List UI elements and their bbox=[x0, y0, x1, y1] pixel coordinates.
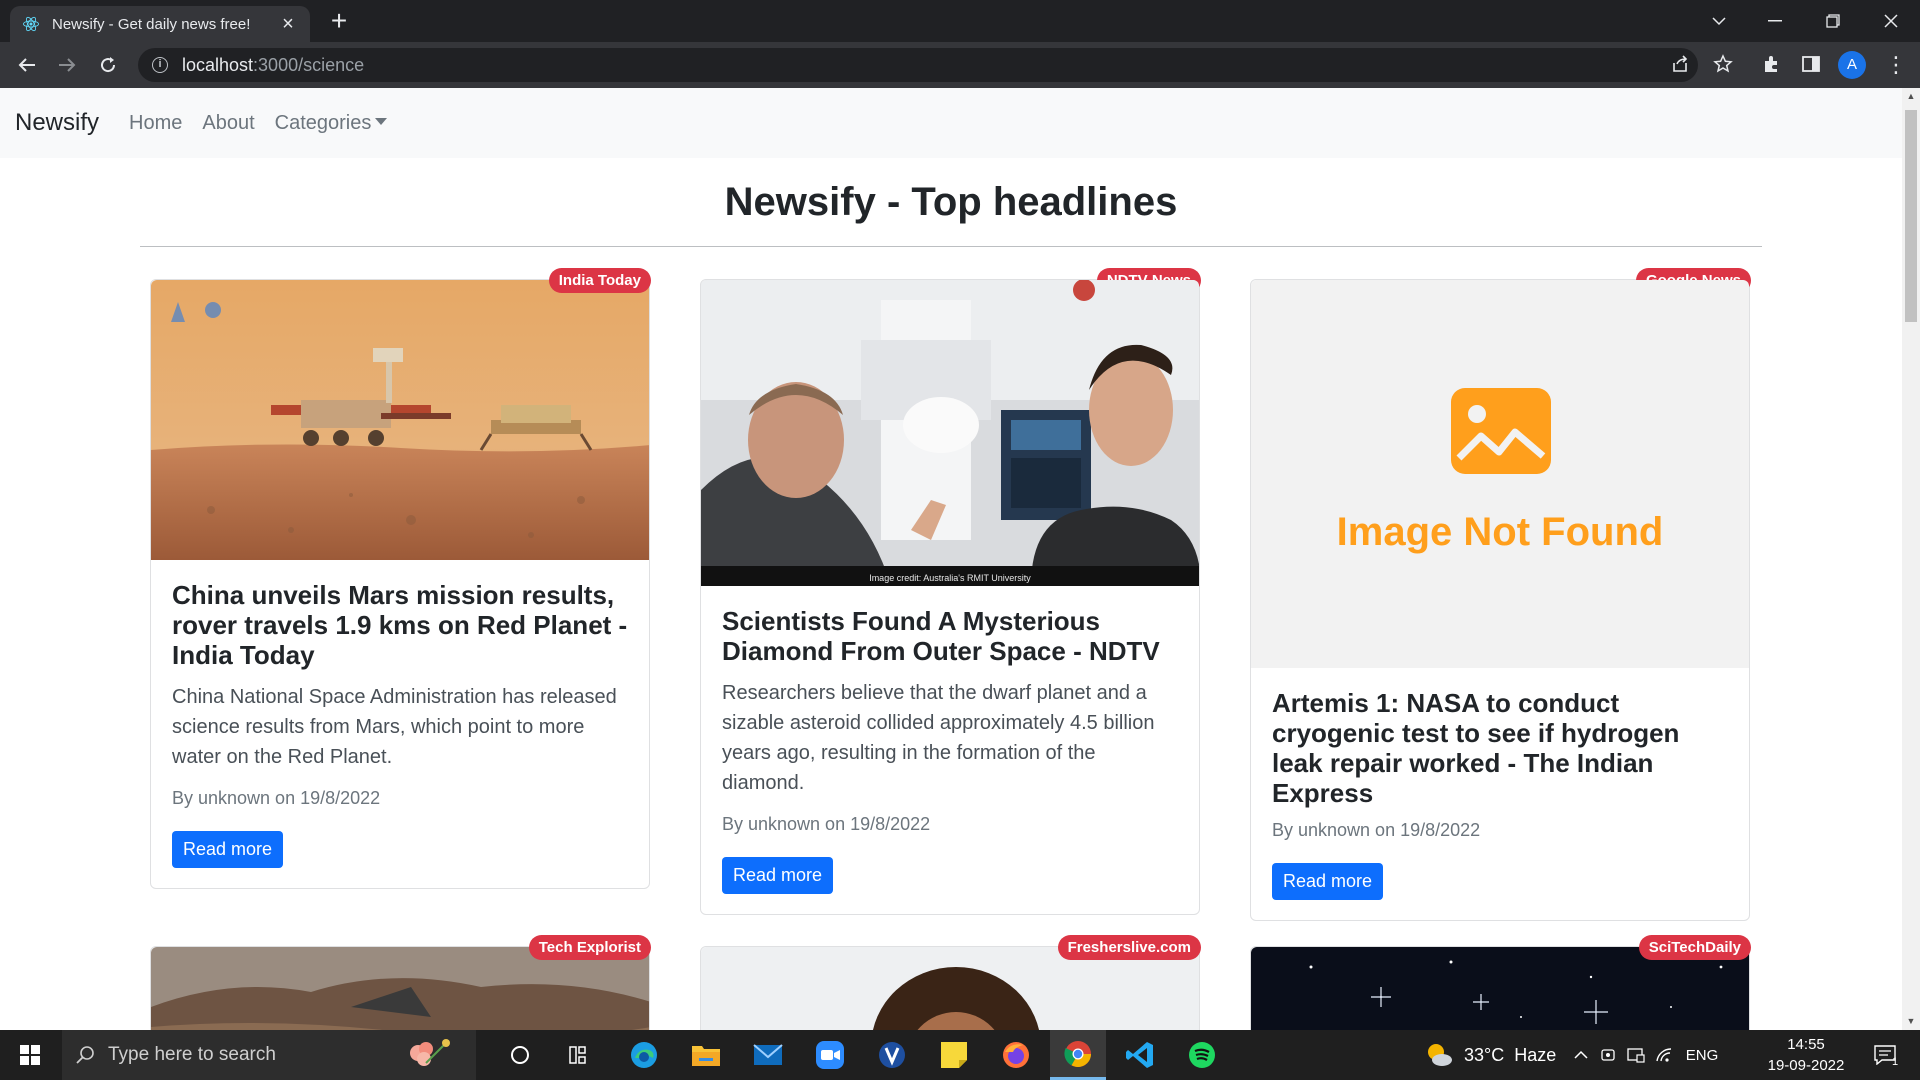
tab-close-icon[interactable]: × bbox=[278, 14, 298, 34]
article-title: Artemis 1: NASA to conduct cryogenic tes… bbox=[1272, 688, 1680, 808]
read-more-button[interactable]: Read more bbox=[1272, 863, 1384, 900]
minimize-button[interactable] bbox=[1752, 0, 1798, 42]
article-title: China unveils Mars mission results, rove… bbox=[172, 580, 628, 670]
extensions-icon[interactable] bbox=[1756, 49, 1786, 79]
app-icon[interactable] bbox=[864, 1030, 920, 1080]
weather-temp: 33°C bbox=[1464, 1044, 1505, 1065]
zoom-icon[interactable] bbox=[802, 1030, 858, 1080]
firefox-icon[interactable] bbox=[988, 1030, 1044, 1080]
sticky-notes-icon[interactable] bbox=[926, 1030, 982, 1080]
news-card: SciTechDaily bbox=[1250, 935, 1751, 1030]
nav-dropdown-label: Categories bbox=[274, 111, 372, 134]
scrollbar-thumb[interactable] bbox=[1905, 110, 1917, 322]
react-favicon-icon bbox=[22, 15, 40, 33]
weather-widget[interactable]: 33°C Haze bbox=[1424, 1030, 1556, 1080]
news-card: Tech Explorist bbox=[150, 935, 651, 1030]
image-not-found-text: Image Not Found bbox=[1336, 510, 1664, 554]
article-meta: By unknown on 19/8/2022 bbox=[172, 788, 381, 808]
bookmark-star-icon[interactable] bbox=[1708, 49, 1738, 79]
search-icon bbox=[76, 1046, 94, 1064]
navbar-brand[interactable]: Newsify bbox=[15, 109, 99, 137]
page-viewport: Newsify Home About Categories Newsify - … bbox=[0, 88, 1902, 1030]
tab-search-icon[interactable] bbox=[1696, 0, 1742, 42]
news-card: Fresherslive.com bbox=[700, 935, 1201, 1030]
clock-time: 14:55 bbox=[1787, 1036, 1825, 1053]
image-credit: Image credit: Australia's RMIT Universit… bbox=[869, 573, 1031, 583]
image-not-found-placeholder: Image Not Found bbox=[1251, 280, 1749, 668]
article-description: Researchers believe that the dwarf plane… bbox=[722, 682, 1155, 794]
read-more-button[interactable]: Read more bbox=[722, 857, 834, 894]
side-panel-icon[interactable] bbox=[1796, 49, 1826, 79]
url-path: :3000/science bbox=[253, 54, 365, 75]
wifi-icon[interactable] bbox=[1652, 1030, 1676, 1080]
language-indicator[interactable]: ENG bbox=[1682, 1030, 1722, 1080]
profile-avatar[interactable]: A bbox=[1838, 51, 1866, 79]
mail-icon[interactable] bbox=[740, 1030, 796, 1080]
image-placeholder-icon bbox=[1451, 388, 1551, 474]
tab-title: Newsify - Get daily news free! bbox=[52, 15, 251, 33]
news-card: India Today China unveils Mars mission r… bbox=[150, 268, 651, 889]
address-bar[interactable]: i localhost:3000/science bbox=[138, 48, 1698, 82]
chrome-icon[interactable] bbox=[1050, 1030, 1106, 1080]
new-tab-button[interactable]: + bbox=[325, 7, 353, 36]
task-view-icon[interactable] bbox=[552, 1030, 608, 1080]
page-title: Newsify - Top headlines bbox=[724, 180, 1178, 224]
article-meta: By unknown on 19/8/2022 bbox=[722, 814, 931, 834]
news-card: NDTV News Image credit bbox=[700, 268, 1201, 915]
browser-toolbar: i localhost:3000/science A ⋮ bbox=[0, 42, 1920, 88]
site-info-icon[interactable]: i bbox=[152, 57, 168, 73]
reload-button[interactable] bbox=[93, 50, 123, 80]
notifications-icon[interactable]: 1 bbox=[1866, 1030, 1906, 1080]
close-window-button[interactable] bbox=[1868, 0, 1914, 42]
notification-count: 1 bbox=[1891, 1056, 1899, 1068]
scroll-up-icon[interactable]: ▲ bbox=[1902, 88, 1920, 105]
source-badge: SciTechDaily bbox=[1638, 935, 1751, 960]
source-badge: Fresherslive.com bbox=[1057, 935, 1201, 960]
scroll-down-icon[interactable]: ▼ bbox=[1902, 1013, 1920, 1030]
taskbar-search-input[interactable]: Type here to search bbox=[62, 1030, 476, 1080]
news-card: Google News Image Not Found Artemis 1: N… bbox=[1250, 268, 1751, 921]
taskbar-clock[interactable]: 14:55 19-09-2022 bbox=[1760, 1034, 1852, 1076]
browser-menu-icon[interactable]: ⋮ bbox=[1884, 50, 1908, 80]
edge-browser-icon[interactable] bbox=[616, 1030, 672, 1080]
article-meta: By unknown on 19/8/2022 bbox=[1272, 820, 1481, 840]
nav-link-home[interactable]: Home bbox=[129, 112, 182, 135]
display-icon[interactable] bbox=[1624, 1030, 1648, 1080]
article-title: Scientists Found A Mysterious Diamond Fr… bbox=[722, 606, 1160, 666]
file-explorer-icon[interactable] bbox=[678, 1030, 734, 1080]
windows-taskbar: Type here to search 33°C Haze ENG 14:55 … bbox=[0, 1030, 1920, 1080]
vscode-icon[interactable] bbox=[1112, 1030, 1168, 1080]
article-image-mars-rover bbox=[151, 280, 649, 560]
nav-dropdown-categories[interactable]: Categories bbox=[275, 112, 388, 135]
weather-haze-icon bbox=[1428, 1044, 1452, 1066]
read-more-button[interactable]: Read more bbox=[172, 831, 284, 868]
flower-decoration-icon bbox=[409, 1039, 450, 1066]
source-badge: India Today bbox=[548, 268, 651, 293]
divider bbox=[140, 246, 1762, 247]
clock-date: 19-09-2022 bbox=[1767, 1057, 1845, 1074]
spotify-icon[interactable] bbox=[1174, 1030, 1230, 1080]
browser-tab-strip: Newsify - Get daily news free! × + bbox=[0, 0, 1920, 42]
page-scrollbar[interactable]: ▲ ▼ bbox=[1902, 88, 1920, 1030]
meet-now-icon[interactable] bbox=[1596, 1030, 1620, 1080]
weather-text: Haze bbox=[1514, 1044, 1557, 1065]
source-badge: Tech Explorist bbox=[528, 935, 651, 960]
dropdown-caret-icon bbox=[375, 117, 388, 125]
share-icon[interactable] bbox=[1666, 49, 1696, 79]
back-button[interactable] bbox=[12, 50, 42, 80]
cortana-icon[interactable] bbox=[492, 1030, 548, 1080]
restore-button[interactable] bbox=[1810, 0, 1856, 42]
browser-tab[interactable]: Newsify - Get daily news free! × bbox=[10, 6, 310, 42]
windows-start-icon[interactable] bbox=[2, 1030, 58, 1080]
site-navbar: Newsify Home About Categories bbox=[0, 88, 1902, 158]
forward-button[interactable] bbox=[52, 50, 82, 80]
nav-link-about[interactable]: About bbox=[202, 112, 254, 135]
article-description: China National Space Administration has … bbox=[172, 686, 617, 768]
show-hidden-icons[interactable] bbox=[1570, 1030, 1592, 1080]
url-host: localhost bbox=[182, 54, 254, 75]
search-placeholder: Type here to search bbox=[108, 1044, 276, 1065]
article-image-scientists: Image credit: Australia's RMIT Universit… bbox=[701, 280, 1199, 586]
